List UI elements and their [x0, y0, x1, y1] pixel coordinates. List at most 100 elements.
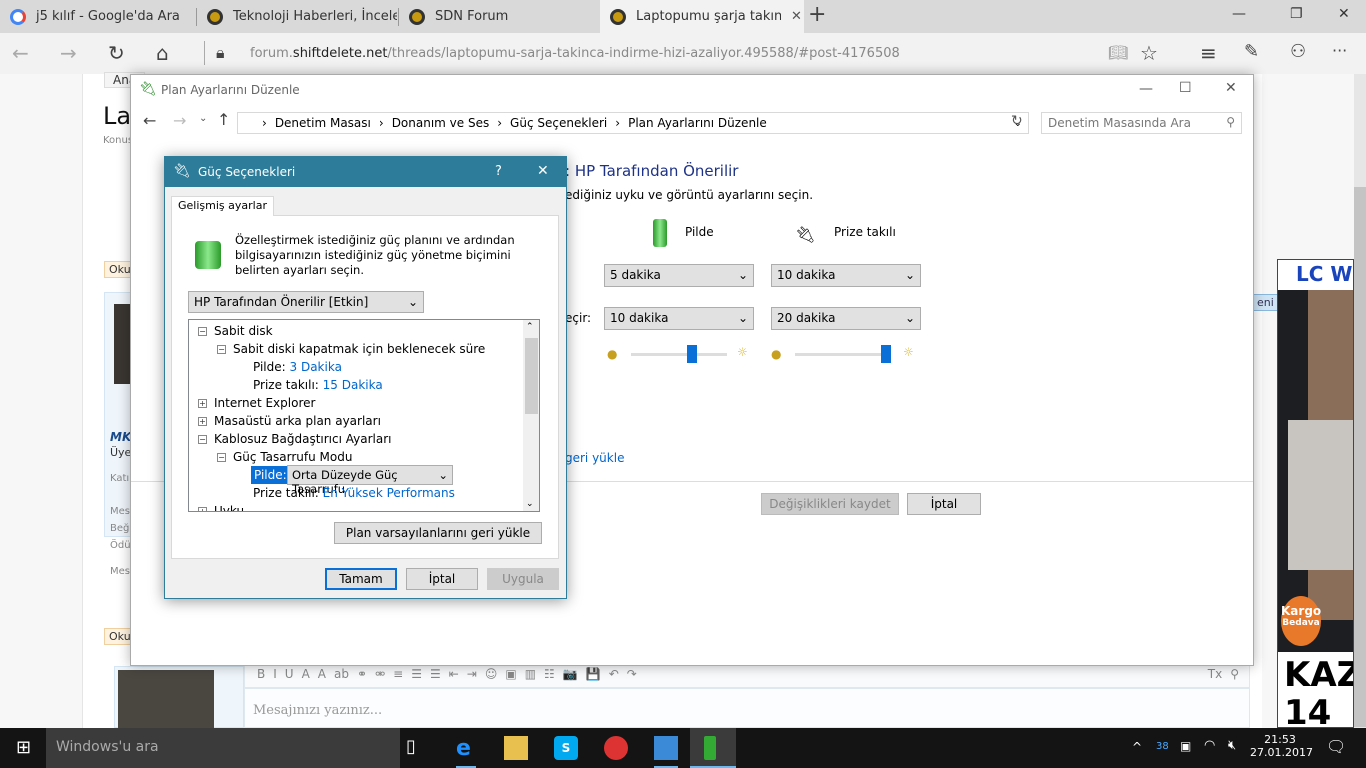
image-button[interactable]: ▣ [505, 667, 516, 681]
action-center-icon[interactable]: 🗨︎ [1326, 737, 1346, 756]
ccleaner-icon[interactable] [604, 736, 628, 760]
underline-button[interactable]: U [285, 667, 294, 681]
url-field[interactable]: forum.shiftdelete.net/threads/laptopumu-… [250, 46, 900, 61]
camera-button[interactable]: 📷 [563, 667, 578, 681]
control-panel-icon[interactable] [654, 736, 678, 760]
close-button[interactable]: ✕ [537, 163, 549, 179]
back-icon[interactable]: ← [12, 41, 29, 65]
tree-item-hdd[interactable]: − Sabit disk [198, 324, 273, 338]
close-button[interactable]: ✕ [1225, 80, 1237, 96]
search-input[interactable]: Denetim Masasında Ara ⚲ [1041, 112, 1242, 134]
message-editor[interactable]: Mesajınızı yazınız... [244, 688, 1250, 728]
psm-battery-select[interactable]: Orta Düzeyde Güç Tasarrufu ⌄ [287, 465, 453, 496]
close-window-button[interactable]: ✕ [1338, 6, 1350, 22]
hub-icon[interactable]: ≡ [1200, 41, 1217, 65]
outdent-button[interactable]: ⇤ [449, 667, 459, 681]
breadcrumb-item[interactable]: Plan Ayarlarını Düzenle [628, 116, 767, 130]
help-button[interactable]: ? [495, 164, 502, 179]
back-icon[interactable]: ← [143, 111, 156, 130]
restore-plan-defaults-button[interactable]: Plan varsayılanlarını geri yükle [334, 522, 542, 544]
advertisement[interactable]: LC W Kargo Bedava KAZ 14 [1277, 259, 1354, 728]
restore-defaults-link[interactable]: geri yükle [565, 451, 624, 465]
breadcrumb-item[interactable]: Denetim Masası [275, 116, 371, 130]
breadcrumb-item[interactable]: Donanım ve Ses [392, 116, 490, 130]
remove-format-button[interactable]: Tx [1208, 667, 1222, 681]
up-icon[interactable]: ↑ [217, 110, 230, 129]
edge-icon[interactable]: e [456, 736, 480, 761]
tree-item-psm-battery-label[interactable]: Pilde: [251, 466, 290, 484]
breadcrumb[interactable]: › Denetim Masası › Donanım ve Ses › Güç Seç… [237, 112, 1029, 134]
task-view-icon[interactable]: ▯ [406, 736, 430, 760]
tray-badge[interactable]: 38 [1156, 741, 1169, 752]
undo-button[interactable]: ↶ [609, 667, 619, 681]
tree-scrollbar[interactable]: ⌃ ⌄ [523, 320, 539, 511]
indent-button[interactable]: ⇥ [467, 667, 477, 681]
tab-laptopumu[interactable]: Laptopumu şarja takınca✕ [600, 0, 804, 33]
bullet-list-button[interactable]: ☰ [411, 667, 422, 681]
unlink-button[interactable]: ⚮ [375, 667, 385, 681]
plan-select[interactable]: HP Tarafından Önerilir [Etkin] ⌄ [188, 291, 424, 313]
share-icon[interactable]: ⚇ [1290, 41, 1306, 62]
font-family-button[interactable]: ab [334, 667, 349, 681]
tree-item-desktop[interactable]: + Masaüstü arka plan ayarları [198, 414, 381, 428]
close-tab-icon[interactable]: ✕ [791, 9, 802, 24]
brightness-plugged-slider[interactable] [795, 345, 891, 363]
skype-icon[interactable]: S [554, 736, 578, 760]
italic-button[interactable]: I [273, 667, 277, 681]
maximize-button[interactable]: ☐ [1179, 80, 1192, 96]
cancel-button[interactable]: İptal [406, 568, 478, 590]
refresh-icon[interactable]: ↻ [108, 41, 125, 65]
save-draft-button[interactable]: 💾 [586, 667, 601, 681]
forward-icon[interactable]: → [173, 111, 186, 130]
battery-tray-icon[interactable]: ▣ [1180, 739, 1191, 753]
tree-item-sleep[interactable]: + Uyku [198, 504, 244, 511]
smilie-button[interactable]: ☺ [485, 667, 498, 681]
tree-item-psm[interactable]: − Güç Tasarrufu Modu [217, 450, 352, 464]
page-scrollbar[interactable] [1354, 74, 1366, 728]
web-note-icon[interactable]: ✎ [1244, 41, 1259, 62]
font-size-button[interactable]: A [318, 667, 326, 681]
recent-dropdown-icon[interactable]: ⌄ [199, 113, 207, 124]
number-list-button[interactable]: ☰ [430, 667, 441, 681]
link-button[interactable]: ⚭ [357, 667, 367, 681]
tree-item-hdd-sub[interactable]: − Sabit diski kapatmak için beklenecek sü… [217, 342, 485, 356]
save-changes-button[interactable]: Değişiklikleri kaydet [761, 493, 899, 515]
cancel-button[interactable]: İptal [907, 493, 981, 515]
tab-google[interactable]: j5 kılıf - Google'da Ara [0, 0, 195, 33]
wifi-icon[interactable]: ◠ [1204, 738, 1215, 753]
brightness-battery-slider[interactable] [631, 345, 727, 363]
reading-view-icon[interactable]: 📖︎ [1108, 43, 1128, 62]
refresh-icon[interactable]: ↻ [1011, 113, 1023, 129]
tree-item-wireless[interactable]: − Kablosuz Bağdaştırıcı Ayarları [198, 432, 392, 446]
toggle-bbcode-button[interactable]: ⚲ [1230, 667, 1239, 681]
avatar[interactable] [118, 670, 214, 728]
favorite-star-icon[interactable]: ☆ [1140, 41, 1158, 65]
breadcrumb-item[interactable]: Güç Seçenekleri [510, 116, 607, 130]
tree-item-hdd-plugged[interactable]: Prize takılı: 15 Dakika [253, 378, 383, 392]
forward-icon[interactable]: → [60, 41, 77, 65]
tree-item-ie[interactable]: + Internet Explorer [198, 396, 315, 410]
start-windows-icon[interactable]: ⊞ [16, 737, 31, 758]
sleep-battery-select[interactable]: 10 dakika ⌄ [604, 307, 754, 330]
tab-sdn-forum[interactable]: SDN Forum [399, 0, 599, 33]
tab-advanced-settings[interactable]: Gelişmiş ayarlar [171, 196, 274, 216]
minimize-button[interactable]: — [1232, 6, 1246, 22]
settings-tree[interactable]: − Sabit disk − Sabit diski kapatmak için b… [188, 319, 540, 512]
display-off-plugged-select[interactable]: 10 dakika ⌄ [771, 264, 921, 287]
new-tab-button[interactable]: + [808, 2, 826, 27]
tab-teknoloji[interactable]: Teknoloji Haberleri, İncelem [197, 0, 397, 33]
sleep-plugged-select[interactable]: 20 dakika ⌄ [771, 307, 921, 330]
power-options-taskbar-icon[interactable] [704, 736, 716, 760]
font-color-button[interactable]: A [302, 667, 310, 681]
file-explorer-icon[interactable] [504, 736, 528, 760]
apply-button[interactable]: Uygula [487, 568, 559, 590]
minimize-button[interactable]: — [1139, 81, 1153, 97]
redo-button[interactable]: ↷ [627, 667, 637, 681]
tree-item-psm-plugged[interactable]: Prize takılı: En Yüksek Performans [253, 486, 455, 500]
media-button[interactable]: ▥ [525, 667, 536, 681]
display-off-battery-select[interactable]: 5 dakika ⌄ [604, 264, 754, 287]
home-icon[interactable]: ⌂ [156, 41, 169, 65]
maximize-button[interactable]: ❐ [1290, 6, 1303, 22]
more-icon[interactable]: ··· [1332, 41, 1347, 60]
clock[interactable]: 21:53 27.01.2017 [1250, 733, 1313, 759]
